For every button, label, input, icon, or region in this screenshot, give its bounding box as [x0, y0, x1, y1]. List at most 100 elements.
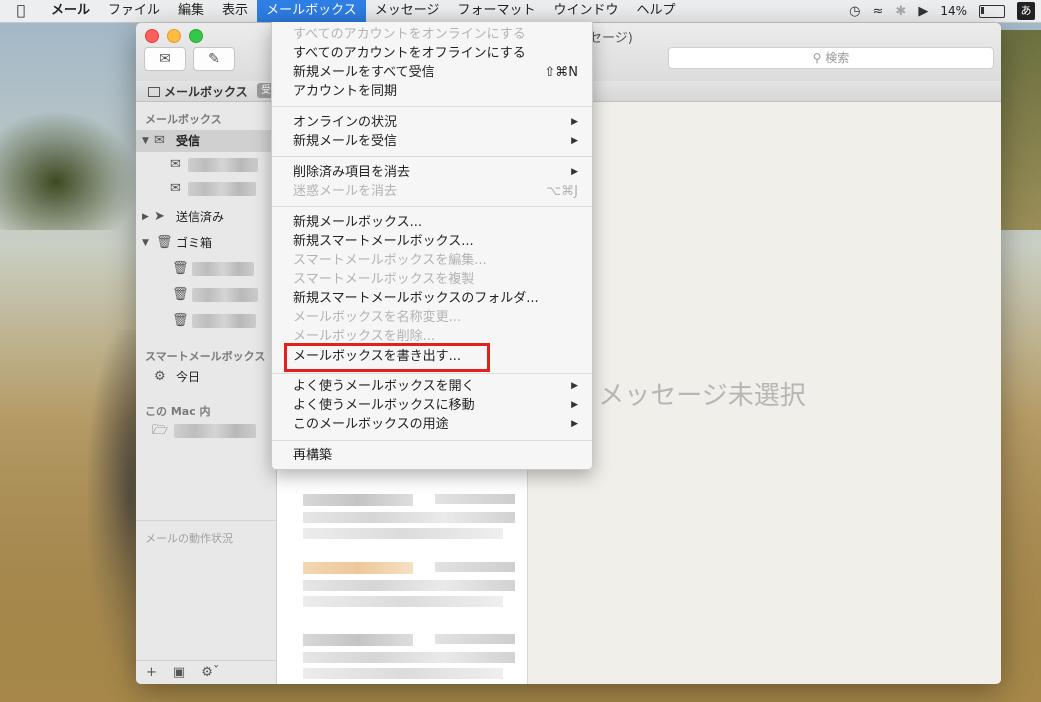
submenu-arrow-icon: ▶ — [571, 381, 578, 391]
wifi-icon[interactable]: ≈ — [873, 4, 884, 19]
submenu-arrow-icon: ▶ — [571, 117, 578, 127]
disclosure-open-icon[interactable]: ▼ — [142, 232, 149, 254]
inbox-icon: ✉ — [170, 181, 181, 196]
trash-icon: 🗑 — [172, 261, 189, 276]
gear-icon: ⚙ — [154, 369, 166, 384]
mailbox-menu-dropdown: すべてのアカウントをオンラインにする すべてのアカウントをオフラインにする 新規… — [271, 22, 593, 470]
menu-item-label: 新規スマートメールボックス... — [293, 234, 474, 249]
trash-icon: 🗑 — [172, 313, 189, 328]
menu-help[interactable]: ヘルプ — [627, 0, 684, 22]
input-method-icon[interactable]: あ — [1017, 2, 1035, 20]
menu-item-erase-deleted[interactable]: 削除済み項目を消去 ▶ — [272, 163, 592, 182]
battery-icon[interactable] — [979, 4, 1005, 18]
menu-window[interactable]: ウインドウ — [544, 0, 627, 22]
compose-icon: ✎ — [208, 51, 220, 67]
menu-item-use-this-mailbox-for[interactable]: このメールボックスの用途 ▶ — [272, 415, 592, 434]
gear-icon[interactable]: ⚙ˇ — [201, 665, 219, 680]
menu-mail[interactable]: メール — [42, 0, 99, 22]
sidebar-item-label: 送信済み — [176, 210, 225, 224]
disclosure-open-icon[interactable]: ▼ — [142, 130, 149, 152]
get-mail-button[interactable]: ✉ — [144, 47, 186, 71]
menu-item-new-smart-mailbox[interactable]: 新規スマートメールボックス... — [272, 232, 592, 251]
window-controls — [145, 29, 203, 43]
menu-item-label: 新規メールをすべて受信 — [293, 65, 435, 80]
menu-item-get-new-mail[interactable]: 新規メールを受信 ▶ — [272, 132, 592, 151]
menu-item-label: アカウントを同期 — [293, 84, 398, 99]
menu-item-online-status[interactable]: オンラインの状況 ▶ — [272, 113, 592, 132]
menu-message[interactable]: メッセージ — [366, 0, 449, 22]
minimize-button[interactable] — [167, 29, 181, 43]
menu-item-get-all-new-mail[interactable]: 新規メールをすべて受信 ⇧⌘N — [272, 63, 592, 82]
sidebar-item-trash-account[interactable]: 🗑 — [136, 310, 276, 332]
menu-item-rebuild[interactable]: 再構築 — [272, 446, 592, 465]
sidebar-item-inbox[interactable]: ▼ ✉ 受信 — [136, 130, 276, 152]
menu-item-erase-junk[interactable]: 迷惑メールを消去 ⌥⌘J — [272, 182, 592, 201]
menu-item-label: 新規メールボックス... — [293, 215, 423, 230]
folder-icon: 🗁 — [152, 423, 169, 438]
status-area: ◷ ≈ ✱ ▶ 14% あ — [849, 0, 1041, 22]
sidebar-item-inbox-account[interactable]: ✉ — [136, 154, 276, 176]
disclosure-closed-icon[interactable]: ▶ — [142, 206, 149, 228]
divider — [136, 520, 276, 521]
menu-separator — [272, 440, 592, 441]
submenu-arrow-icon: ▶ — [571, 400, 578, 410]
menu-view[interactable]: 表示 — [213, 0, 257, 22]
compose-button[interactable]: ✎ — [193, 47, 235, 71]
bluetooth-icon[interactable]: ✱ — [895, 4, 906, 19]
inbox-icon: ✉ — [154, 133, 165, 148]
add-icon[interactable]: + — [146, 665, 157, 680]
volume-icon[interactable]: ▶ — [918, 4, 928, 19]
apple-menu-icon[interactable]:  — [0, 3, 42, 19]
search-input[interactable]: ⚲ 検索 — [668, 47, 994, 69]
menu-item-rename-mailbox[interactable]: メールボックスを名称変更... — [272, 308, 592, 327]
menu-item-move-to-favorite-mailbox[interactable]: よく使うメールボックスに移動 ▶ — [272, 396, 592, 415]
menu-mailbox[interactable]: メールボックス — [257, 0, 366, 22]
menu-bar:  メール ファイル 編集 表示 メールボックス メッセージ フォーマット ウイ… — [0, 0, 1041, 23]
sidebar-item-trash-account[interactable]: 🗑 — [136, 258, 276, 280]
sidebar-item-sent[interactable]: ▶ ➤ 送信済み — [136, 206, 276, 228]
message-viewer: メッセージ未選択 — [528, 102, 1001, 684]
menu-item-open-favorite-mailbox[interactable]: よく使うメールボックスを開く ▶ — [272, 377, 592, 396]
menu-item-label: このメールボックスの用途 — [293, 417, 449, 432]
list-item[interactable] — [285, 490, 517, 546]
menu-item-sync-accounts[interactable]: アカウントを同期 — [272, 82, 592, 101]
time-machine-icon[interactable]: ◷ — [849, 4, 860, 19]
menu-item-label: 新規スマートメールボックスのフォルダ... — [293, 291, 539, 306]
sidebar-item-trash[interactable]: ▼ 🗑 ゴミ箱 — [136, 232, 276, 254]
menu-item-label: すべてのアカウントをオフラインにする — [293, 46, 526, 61]
menu-item-label: 再構築 — [293, 448, 333, 463]
battery-percent: 14% — [940, 4, 967, 18]
sidebar-item-trash-account[interactable]: 🗑 — [136, 284, 276, 306]
menu-format[interactable]: フォーマット — [448, 0, 544, 22]
mailboxes-toggle[interactable]: メールボックス — [148, 83, 248, 100]
menu-edit[interactable]: 編集 — [169, 0, 213, 22]
menu-file[interactable]: ファイル — [99, 0, 169, 22]
menu-item-label: メールボックスを名称変更... — [293, 310, 462, 325]
menu-item-duplicate-smart-mailbox[interactable]: スマートメールボックスを複製 — [272, 270, 592, 289]
sidebar-item-inbox-account[interactable]: ✉ — [136, 178, 276, 200]
menu-item-all-online[interactable]: すべてのアカウントをオンラインにする — [272, 25, 592, 44]
menu-item-new-mailbox[interactable]: 新規メールボックス... — [272, 213, 592, 232]
menu-item-label: すべてのアカウントをオンラインにする — [293, 27, 526, 42]
list-item[interactable] — [285, 630, 517, 684]
sidebar-item-today[interactable]: ⚙ 今日 — [136, 366, 276, 388]
redacted-name — [188, 182, 256, 196]
menu-item-edit-smart-mailbox[interactable]: スマートメールボックスを編集... — [272, 251, 592, 270]
menu-separator — [272, 206, 592, 207]
menu-item-label: スマートメールボックスを編集... — [293, 253, 487, 268]
mailbox-icon[interactable]: ▣ — [173, 665, 185, 680]
menu-item-new-smart-mailbox-folder[interactable]: 新規スマートメールボックスのフォルダ... — [272, 289, 592, 308]
sidebar: メールボックス ▼ ✉ 受信 ✉ ✉ ▶ ➤ 送信済み ▼ 🗑 ゴミ箱 🗑 🗑 … — [136, 102, 277, 684]
redacted-name — [188, 158, 258, 172]
close-button[interactable] — [145, 29, 159, 43]
list-item[interactable] — [285, 558, 517, 614]
sidebar-item-label: 受信 — [176, 134, 201, 148]
zoom-button[interactable] — [189, 29, 203, 43]
sent-icon: ➤ — [154, 209, 165, 224]
sidebar-icon — [148, 87, 160, 97]
section-on-mac: この Mac 内 — [145, 405, 211, 418]
sidebar-item-local-folder[interactable]: 🗁 — [136, 420, 276, 442]
menu-item-all-offline[interactable]: すべてのアカウントをオフラインにする — [272, 44, 592, 63]
section-mailboxes: メールボックス — [145, 113, 222, 126]
wallpaper-tree-right — [1000, 30, 1041, 230]
